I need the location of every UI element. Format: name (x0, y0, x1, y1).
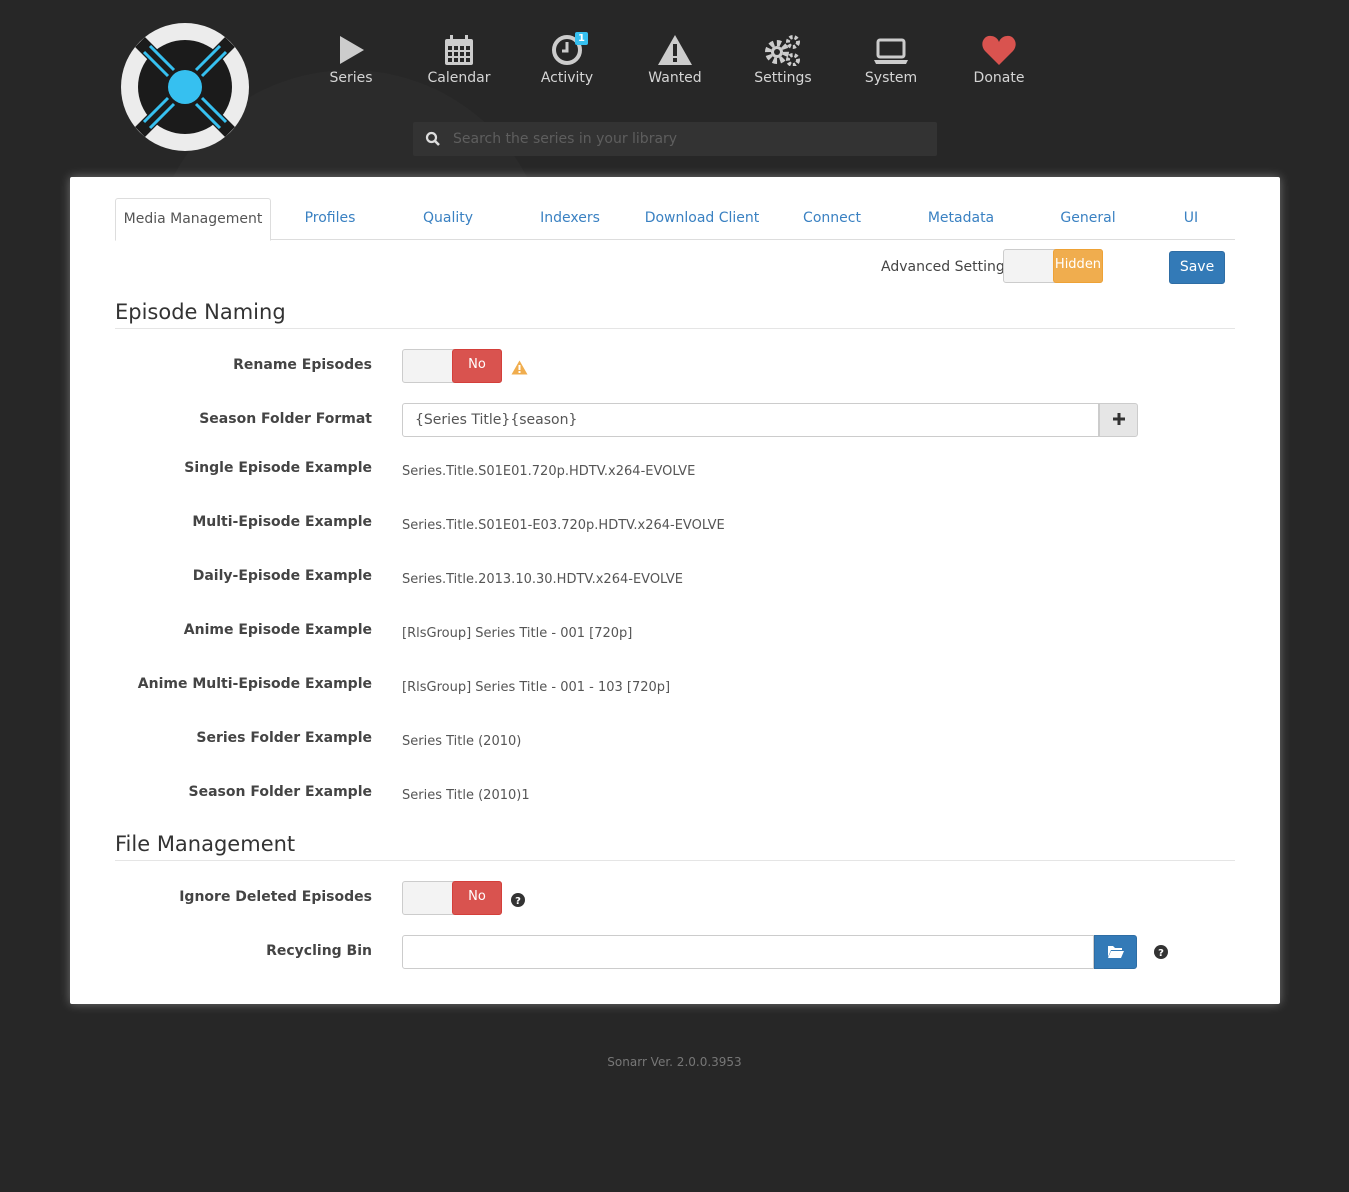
activity-badge: 1 (575, 32, 588, 45)
nav-label: Settings (754, 70, 812, 86)
tab-download-client[interactable]: Download Client (633, 198, 771, 240)
example-label: Anime Episode Example (183, 622, 372, 638)
nav-label: Calendar (427, 70, 491, 86)
svg-text:?: ? (515, 896, 521, 907)
save-button[interactable]: Save (1169, 251, 1225, 284)
tab-quality[interactable]: Quality (389, 198, 507, 240)
play-icon (340, 36, 364, 64)
settings-panel: Media Management Profiles Quality Indexe… (70, 177, 1280, 1004)
nav-settings[interactable]: Settings (729, 32, 837, 86)
question-icon[interactable]: ? (511, 893, 525, 907)
search-input[interactable] (453, 122, 923, 156)
nav-label: Wanted (648, 70, 702, 86)
nav-wanted[interactable]: Wanted (621, 32, 729, 86)
nav-label: Series (329, 70, 373, 86)
laptop-icon (874, 38, 908, 64)
sonarr-logo[interactable] (120, 22, 250, 152)
example-value: [RlsGroup] Series Title - 001 - 103 [720… (402, 680, 671, 695)
example-label: Season Folder Example (188, 784, 372, 800)
warning-icon (511, 360, 528, 375)
question-icon[interactable]: ? (1154, 945, 1168, 959)
rename-episodes-state: No (452, 349, 502, 383)
example-label: Single Episode Example (184, 460, 372, 476)
episode-naming-heading: Episode Naming (115, 300, 1235, 329)
season-folder-format-label: Season Folder Format (199, 411, 372, 427)
folder-open-icon (1107, 946, 1124, 958)
svg-text:?: ? (1158, 948, 1164, 959)
tab-metadata[interactable]: Metadata (893, 198, 1029, 240)
ignore-deleted-toggle[interactable]: No (402, 881, 502, 915)
search-icon (425, 131, 440, 146)
version-footer: Sonarr Ver. 2.0.0.3953 (607, 1055, 742, 1069)
example-value: Series.Title.2013.10.30.HDTV.x264-EVOLVE (402, 572, 683, 587)
advanced-settings-label: Advanced Settings (881, 259, 1013, 275)
warning-icon (658, 35, 692, 65)
advanced-settings-state: Hidden (1053, 249, 1103, 283)
tab-profiles[interactable]: Profiles (271, 198, 389, 240)
series-search (413, 122, 937, 156)
nav-label: Donate (973, 70, 1025, 86)
example-value: [RlsGroup] Series Title - 001 [720p] (402, 626, 633, 641)
heart-icon (982, 35, 1016, 65)
example-value: Series.Title.S01E01.720p.HDTV.x264-EVOLV… (402, 464, 696, 479)
add-token-button[interactable] (1099, 403, 1138, 437)
nav-label: System (864, 70, 918, 86)
tab-general[interactable]: General (1029, 198, 1147, 240)
calendar-icon (445, 35, 473, 65)
example-label: Anime Multi-Episode Example (137, 676, 372, 692)
browse-folder-button[interactable] (1094, 935, 1137, 969)
plus-icon (1112, 413, 1125, 425)
nav-series[interactable]: Series (297, 32, 405, 86)
nav-system[interactable]: System (837, 32, 945, 86)
ignore-deleted-state: No (452, 881, 502, 915)
nav-calendar[interactable]: Calendar (405, 32, 513, 86)
recycling-bin-label: Recycling Bin (266, 943, 372, 959)
recycling-bin-input[interactable] (402, 935, 1094, 969)
ignore-deleted-label: Ignore Deleted Episodes (179, 889, 372, 905)
nav-donate[interactable]: Donate (945, 32, 1053, 86)
tab-indexers[interactable]: Indexers (507, 198, 633, 240)
tab-ui[interactable]: UI (1147, 198, 1235, 240)
example-label: Multi-Episode Example (192, 514, 372, 530)
example-label: Series Folder Example (196, 730, 372, 746)
rename-episodes-label: Rename Episodes (233, 357, 372, 373)
file-management-heading: File Management (115, 832, 1235, 861)
example-value: Series Title (2010) (402, 734, 522, 749)
nav-activity[interactable]: 1 Activity (513, 32, 621, 86)
tab-media-management[interactable]: Media Management (115, 198, 271, 241)
settings-tabs: Media Management Profiles Quality Indexe… (115, 198, 1235, 241)
cogs-icon (765, 35, 800, 66)
rename-episodes-toggle[interactable]: No (402, 349, 502, 383)
advanced-settings-toggle[interactable]: Hidden (1003, 249, 1103, 283)
example-value: Series Title (2010)1 (402, 788, 530, 803)
example-label: Daily-Episode Example (192, 568, 372, 584)
example-value: Series.Title.S01E01-E03.720p.HDTV.x264-E… (402, 518, 725, 533)
nav-label: Activity (540, 70, 594, 86)
tab-connect[interactable]: Connect (771, 198, 893, 240)
season-folder-format-input[interactable]: {Series Title}{season} (402, 403, 1099, 437)
